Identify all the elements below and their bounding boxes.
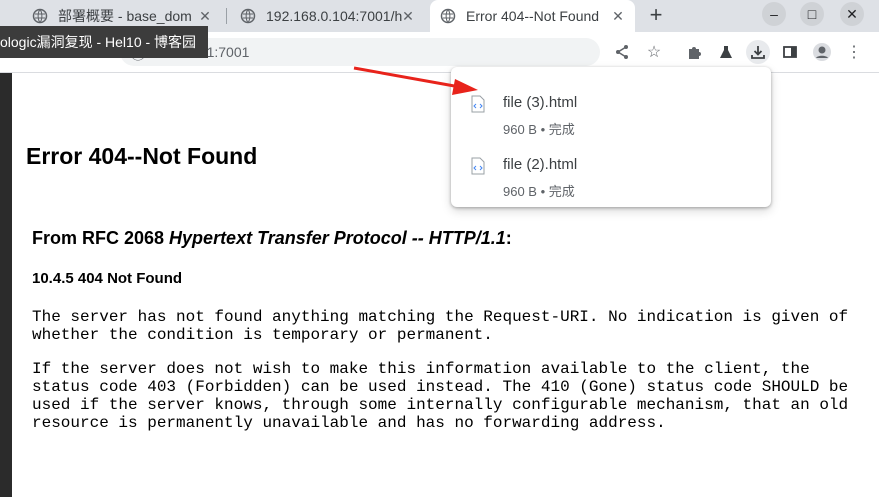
tab-error-404[interactable]: Error 404--Not Found ✕ (430, 0, 635, 32)
tab-title: 部署概要 - base_dom (58, 8, 192, 24)
share-icon[interactable] (610, 40, 634, 64)
paragraph-not-found: The server has not found anything matchi… (32, 308, 849, 344)
close-tab-icon[interactable]: ✕ (401, 9, 415, 23)
section-heading: 10.4.5 404 Not Found (32, 270, 183, 287)
download-status: 960 B • 完成 (503, 122, 575, 137)
globe-icon (32, 8, 48, 24)
close-tab-icon[interactable]: ✕ (198, 9, 212, 23)
downloads-icon[interactable] (746, 40, 770, 64)
download-item[interactable]: file (2).html 960 B • 完成 (451, 137, 771, 199)
rfc-reference: From RFC 2068 Hypertext Transfer Protoco… (32, 228, 512, 249)
new-tab-button[interactable]: + (644, 4, 668, 28)
maximize-button[interactable]: □ (800, 2, 824, 26)
download-item[interactable]: file (3).html 960 B • 完成 (451, 75, 771, 137)
close-window-button[interactable]: ✕ (840, 2, 864, 26)
tab-separator (226, 8, 227, 24)
globe-icon (240, 8, 256, 24)
download-filename: file (2).html (503, 156, 578, 173)
extensions-puzzle-icon[interactable] (682, 40, 706, 64)
tab-hover-tooltip: ologic漏洞复现 - Hel10 - 博客园 (0, 26, 209, 58)
tab-title: Error 404--Not Found (466, 8, 600, 24)
globe-icon (440, 8, 456, 24)
html-file-icon (471, 95, 485, 113)
minimize-button[interactable]: – (762, 2, 786, 26)
side-panel-icon[interactable] (778, 40, 802, 64)
tab-console[interactable]: 192.168.0.104:7001/h ✕ (230, 0, 425, 32)
rfc-prefix: From RFC 2068 (32, 228, 170, 248)
rfc-suffix: : (505, 228, 512, 248)
download-status: 960 B • 完成 (503, 184, 575, 199)
page-heading: Error 404--Not Found (26, 143, 258, 169)
downloads-bubble: file (3).html 960 B • 完成 file (2).html 9… (451, 67, 771, 207)
bookmark-star-icon[interactable]: ☆ (642, 40, 666, 64)
menu-kebab-icon[interactable]: ⋮ (842, 40, 866, 64)
close-tab-icon[interactable]: ✕ (611, 9, 625, 23)
html-file-icon (471, 157, 485, 175)
rfc-title: Hypertext Transfer Protocol -- HTTP/1.1 (169, 228, 506, 248)
profile-avatar-icon[interactable] (810, 40, 834, 64)
paragraph-forbidden-gone: If the server does not wish to make this… (32, 360, 849, 432)
labs-flask-icon[interactable] (714, 40, 738, 64)
download-filename: file (3).html (503, 94, 578, 111)
window-edge (0, 73, 12, 497)
tab-title: 192.168.0.104:7001/h (266, 8, 403, 24)
